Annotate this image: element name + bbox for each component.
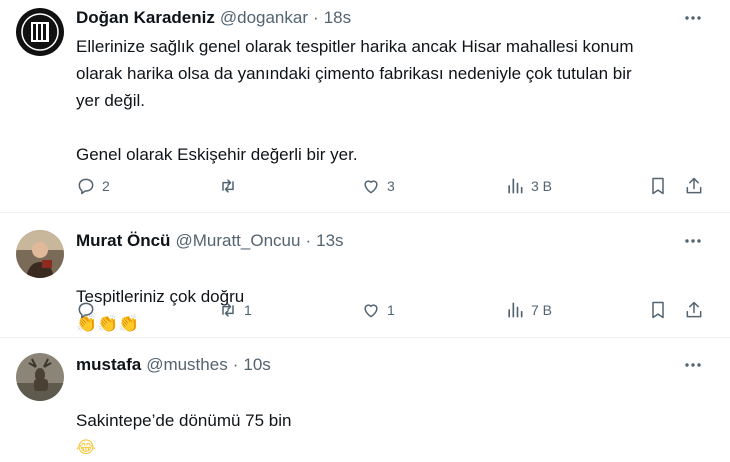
tweet-header: mustafa @musthes · 10s — [76, 354, 271, 376]
laughing-emoji: 😂 — [76, 438, 96, 458]
display-name[interactable]: Doğan Karadeniz — [76, 8, 215, 28]
retweet-count: 1 — [244, 302, 252, 318]
heart-icon — [364, 304, 378, 318]
views-button[interactable]: 3 B — [505, 175, 552, 197]
action-bar: 2 3 3 B — [76, 175, 716, 197]
avatar[interactable] — [16, 8, 64, 56]
user-handle[interactable]: @dogankar — [220, 8, 308, 28]
tweet-3[interactable]: mustafa @musthes · 10s Sakintepe’de dönü… — [0, 338, 730, 458]
heart-icon — [364, 180, 378, 194]
share-icon — [686, 301, 702, 318]
reply-count: 2 — [102, 178, 110, 194]
views-icon — [508, 178, 523, 194]
tweet-2[interactable]: Murat Öncü @Muratt_Oncuu · 13s Tespitler… — [0, 213, 730, 337]
more-icon[interactable] — [682, 7, 704, 29]
bookmark-button[interactable] — [648, 175, 668, 197]
reply-button[interactable] — [76, 299, 102, 321]
bookmark-icon — [652, 301, 664, 319]
views-count: 7 B — [531, 302, 553, 318]
like-button[interactable]: 3 — [361, 175, 395, 197]
separator-dot: · — [313, 8, 319, 27]
tweet-text-content: Sakintepe’de dönümü 75 bin — [76, 411, 292, 430]
views-button[interactable]: 7 B — [505, 299, 552, 321]
reply-icon — [78, 302, 94, 319]
tweet-text: Tespitleriniz çok doğru 👏👏👏 — [76, 256, 706, 338]
avatar[interactable] — [16, 230, 64, 278]
like-count: 1 — [387, 302, 395, 318]
timestamp[interactable]: 18s — [324, 8, 351, 28]
more-icon[interactable] — [682, 354, 704, 376]
tweet-header: Doğan Karadeniz @dogankar · 18s — [76, 7, 351, 29]
reply-button[interactable]: 2 — [76, 175, 110, 197]
avatar[interactable] — [16, 353, 64, 401]
more-icon[interactable] — [682, 230, 704, 252]
retweet-button[interactable] — [218, 175, 244, 197]
retweet-button[interactable]: 1 — [218, 299, 252, 321]
retweet-icon — [222, 303, 234, 317]
bookmark-button[interactable] — [648, 299, 668, 321]
retweet-icon — [222, 179, 234, 193]
like-count: 3 — [387, 178, 395, 194]
views-icon — [508, 302, 523, 318]
user-handle[interactable]: @Muratt_Oncuu — [175, 231, 300, 251]
like-button[interactable]: 1 — [361, 299, 395, 321]
timestamp[interactable]: 13s — [316, 231, 343, 251]
tweet-text: Ellerinize sağlık genel olarak tespitler… — [76, 37, 634, 164]
tweet-text: Sakintepe’de dönümü 75 bin 😂 — [76, 380, 706, 462]
action-bar: 1 1 7 B — [76, 299, 716, 321]
tweet-1[interactable]: Doğan Karadeniz @dogankar · 18s Ellerini… — [0, 0, 730, 210]
display-name[interactable]: Murat Öncü — [76, 231, 170, 251]
timestamp[interactable]: 10s — [243, 355, 270, 375]
display-name[interactable]: mustafa — [76, 355, 141, 375]
share-icon — [686, 177, 702, 194]
separator-dot: · — [232, 355, 239, 374]
separator-dot: · — [305, 231, 312, 250]
user-handle[interactable]: @musthes — [146, 355, 228, 375]
share-button[interactable] — [684, 175, 704, 197]
share-button[interactable] — [684, 299, 704, 321]
reply-icon — [78, 178, 94, 195]
bookmark-icon — [652, 177, 664, 195]
views-count: 3 B — [531, 178, 553, 194]
tweet-header: Murat Öncü @Muratt_Oncuu · 13s — [76, 230, 344, 252]
